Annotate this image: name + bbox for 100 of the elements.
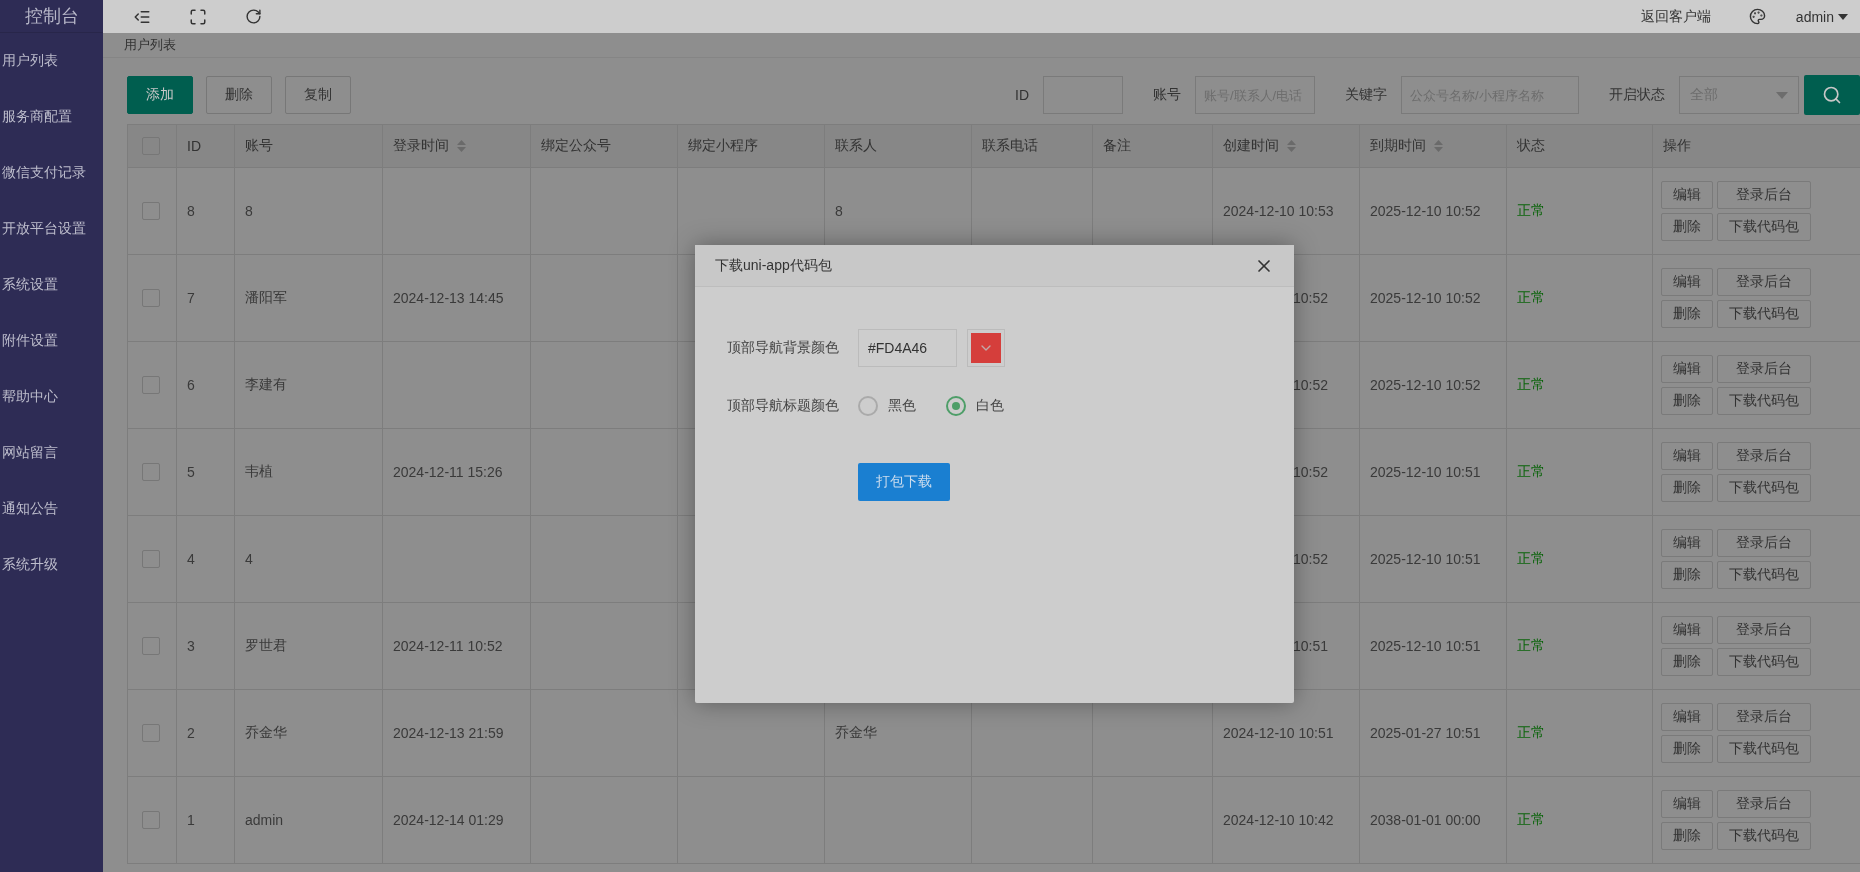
row-action-button[interactable]: 删除: [1661, 822, 1713, 850]
sidebar-item[interactable]: 系统升级: [0, 537, 103, 593]
row-action-button[interactable]: 下载代码包: [1717, 474, 1811, 502]
table-cell: 罗世君: [235, 603, 383, 690]
user-menu[interactable]: admin: [1795, 8, 1848, 25]
table-cell: 4: [177, 516, 235, 603]
sidebar-item[interactable]: 服务商配置: [0, 89, 103, 145]
radio-option[interactable]: 黑色: [858, 396, 916, 416]
row-action-button[interactable]: 删除: [1661, 735, 1713, 763]
table-cell: 正常: [1507, 690, 1653, 777]
table-cell: 乔金华: [235, 690, 383, 777]
table-cell: 韦植: [235, 429, 383, 516]
palette-icon[interactable]: [1748, 8, 1766, 25]
row-action-button[interactable]: 下载代码包: [1717, 822, 1811, 850]
row-action-button[interactable]: 登录后台: [1717, 616, 1811, 644]
table-cell: 2025-01-27 10:51: [1360, 690, 1507, 777]
table-cell: 2025-12-10 10:51: [1360, 429, 1507, 516]
table-cell: 8: [235, 168, 383, 255]
table-cell: 2024-12-13 21:59: [383, 690, 531, 777]
table-cell: 2: [177, 690, 235, 777]
table-cell: 7: [177, 255, 235, 342]
row-action-button[interactable]: 编辑: [1661, 442, 1713, 470]
radio-option[interactable]: 白色: [946, 396, 1004, 416]
row-action-button[interactable]: 编辑: [1661, 355, 1713, 383]
column-header: 状态: [1517, 137, 1545, 155]
table-cell: 2038-01-01 00:00: [1360, 777, 1507, 864]
fullscreen-icon[interactable]: [189, 7, 207, 26]
table-cell: 4: [235, 516, 383, 603]
table-cell: 李建有: [235, 342, 383, 429]
sidebar-item[interactable]: 附件设置: [0, 313, 103, 369]
sidebar-item[interactable]: 帮助中心: [0, 369, 103, 425]
return-link[interactable]: 返回客户端: [1640, 7, 1711, 26]
table-cell: 2024-12-11 10:52: [383, 603, 531, 690]
row-action-button[interactable]: 下载代码包: [1717, 387, 1811, 415]
table-cell: 正常: [1507, 429, 1653, 516]
row-action-button[interactable]: 编辑: [1661, 268, 1713, 296]
table-cell: 正常: [1507, 603, 1653, 690]
table-cell: 2024-12-11 15:26: [383, 429, 531, 516]
field-label: 顶部导航背景颜色: [727, 339, 840, 357]
action-button[interactable]: 复制: [285, 76, 351, 114]
table-cell: admin: [235, 777, 383, 864]
table-cell: 3: [177, 603, 235, 690]
column-header: 绑定小程序: [688, 137, 758, 155]
search-icon: [1822, 85, 1842, 105]
row-action-button[interactable]: 下载代码包: [1717, 648, 1811, 676]
row-action-button[interactable]: 登录后台: [1717, 790, 1811, 818]
table-cell: 2025-12-10 10:52: [1360, 255, 1507, 342]
row-action-button[interactable]: 删除: [1661, 213, 1713, 241]
row-action-button[interactable]: 登录后台: [1717, 703, 1811, 731]
action-button[interactable]: 删除: [206, 76, 272, 114]
sidebar-item[interactable]: 通知公告: [0, 481, 103, 537]
color-field[interactable]: #FD4A46: [858, 329, 957, 367]
row-action-button[interactable]: 登录后台: [1717, 181, 1811, 209]
table-cell: 1: [177, 777, 235, 864]
table-cell: 2025-12-10 10:52: [1360, 342, 1507, 429]
row-action-button[interactable]: 删除: [1661, 648, 1713, 676]
row-action-button[interactable]: 下载代码包: [1717, 300, 1811, 328]
row-action-button[interactable]: 下载代码包: [1717, 735, 1811, 763]
search-button[interactable]: [1804, 75, 1860, 115]
sidebar-item[interactable]: 系统设置: [0, 257, 103, 313]
table-cell: 2024-12-10 10:42: [1213, 777, 1360, 864]
table-cell: 2024-12-13 14:45: [383, 255, 531, 342]
table-cell: 5: [177, 429, 235, 516]
download-button[interactable]: 打包下载: [858, 463, 950, 501]
row-action-button[interactable]: 编辑: [1661, 703, 1713, 731]
sidebar-item[interactable]: 微信支付记录: [0, 145, 103, 201]
row-action-button[interactable]: 登录后台: [1717, 268, 1811, 296]
sidebar-item[interactable]: 用户列表: [0, 33, 103, 89]
row-action-button[interactable]: 删除: [1661, 387, 1713, 415]
row-action-button[interactable]: 删除: [1661, 300, 1713, 328]
table-cell: 正常: [1507, 516, 1653, 603]
row-action-button[interactable]: 编辑: [1661, 790, 1713, 818]
sidebar-item[interactable]: 网站留言: [0, 425, 103, 481]
row-action-button[interactable]: 编辑: [1661, 181, 1713, 209]
add-button[interactable]: 添加: [127, 76, 193, 114]
dialog-title: 下载uni-app代码包: [715, 256, 832, 275]
field-label: 顶部导航标题颜色: [727, 397, 840, 415]
table-cell: 2025-12-10 10:51: [1360, 603, 1507, 690]
table-cell: 2025-12-10 10:51: [1360, 516, 1507, 603]
column-header: 到期时间: [1370, 137, 1426, 155]
row-action-button[interactable]: 删除: [1661, 561, 1713, 589]
filter-label: ID: [1015, 87, 1029, 103]
sidebar-item[interactable]: 开放平台设置: [0, 201, 103, 257]
row-action-button[interactable]: 编辑: [1661, 616, 1713, 644]
row-action-button[interactable]: 登录后台: [1717, 442, 1811, 470]
row-action-button[interactable]: 登录后台: [1717, 355, 1811, 383]
table-cell: 2025-12-10 10:52: [1360, 168, 1507, 255]
row-action-button[interactable]: 登录后台: [1717, 529, 1811, 557]
row-action-button[interactable]: 下载代码包: [1717, 213, 1811, 241]
row-action-button[interactable]: 删除: [1661, 474, 1713, 502]
column-header: 创建时间: [1223, 137, 1279, 155]
filter-label: 开启状态: [1609, 86, 1665, 104]
row-action-button[interactable]: 编辑: [1661, 529, 1713, 557]
table-cell: 正常: [1507, 342, 1653, 429]
refresh-icon[interactable]: [245, 8, 262, 25]
row-action-button[interactable]: 下载代码包: [1717, 561, 1811, 589]
column-header: 操作: [1663, 137, 1691, 155]
breadcrumb: 用户列表: [124, 36, 176, 54]
column-header: 绑定公众号: [541, 137, 611, 155]
column-header: 联系人: [835, 137, 877, 155]
